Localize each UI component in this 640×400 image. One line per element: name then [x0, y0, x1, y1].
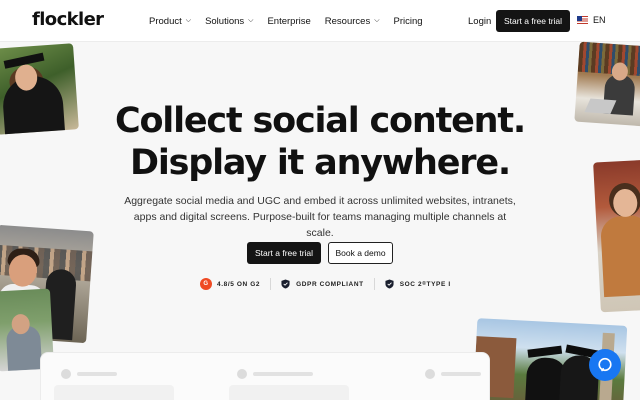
main-nav: Product ⌵ Solutions ⌵ Enterprise Resourc… [149, 16, 437, 27]
g2-rating-badge: G 4.8/5 ON G2 [200, 278, 260, 290]
nav-pricing[interactable]: Pricing [394, 16, 423, 27]
chevron-down-icon: ⌵ [248, 16, 254, 24]
preview-text-line [441, 372, 481, 376]
subtext-line-2: apps and digital screens. Purpose-built … [133, 211, 507, 239]
flockler-logo[interactable]: flockler [32, 9, 104, 30]
hero-subtext: Aggregate social media and UGC and embed… [120, 193, 520, 241]
book-demo-button[interactable]: Book a demo [328, 242, 393, 264]
chat-launcher-button[interactable] [589, 349, 621, 381]
subtext-line-1: Aggregate social media and UGC and embed… [124, 195, 516, 207]
soc2-badge: SOC 2 ® TYPE I [385, 279, 451, 289]
us-flag-icon [577, 16, 588, 24]
language-selector[interactable]: EN [577, 15, 606, 25]
badge-divider [373, 278, 375, 290]
hero-headline: Collect social content. Display it anywh… [0, 100, 640, 184]
chat-bubble-icon [598, 357, 612, 372]
nav-product[interactable]: Product ⌵ [149, 16, 191, 27]
preview-card [229, 385, 349, 400]
shield-icon [385, 279, 394, 289]
chevron-down-icon: ⌵ [374, 16, 380, 24]
preview-avatar [61, 369, 71, 379]
soc2-type-text: TYPE I [426, 280, 451, 288]
nav-resources-label: Resources [324, 16, 371, 27]
nav-resources[interactable]: Resources ⌵ [325, 16, 380, 27]
g2-rating-text: 4.8/5 ON G2 [217, 280, 261, 288]
nav-enterprise-label: Enterprise [267, 16, 311, 27]
nav-product-label: Product [149, 16, 182, 27]
hero-free-trial-button[interactable]: Start a free trial [247, 242, 321, 264]
gdpr-badge: GDPR COMPLIANT [281, 279, 364, 289]
header-free-trial-button[interactable]: Start a free trial [496, 10, 570, 32]
nav-solutions[interactable]: Solutions ⌵ [205, 16, 253, 27]
preview-avatar [237, 369, 247, 379]
preview-card [54, 385, 174, 400]
nav-enterprise[interactable]: Enterprise [267, 16, 310, 27]
nav-pricing-label: Pricing [393, 16, 423, 27]
login-link[interactable]: Login [468, 16, 491, 27]
preview-text-line [253, 372, 313, 376]
preview-text-line [77, 372, 117, 376]
preview-avatar [425, 369, 435, 379]
soc2-text: SOC 2 [399, 280, 423, 288]
gdpr-text: GDPR COMPLIANT [296, 280, 364, 288]
nav-solutions-label: Solutions [205, 16, 245, 27]
g2-logo-icon: G [200, 278, 212, 290]
trust-badges: G 4.8/5 ON G2 GDPR COMPLIANT SOC 2 ® TYPE… [200, 278, 451, 290]
dashboard-preview [40, 352, 490, 400]
badge-divider [270, 278, 272, 290]
headline-line-1: Collect social content. [114, 101, 526, 141]
site-header: flockler Product ⌵ Solutions ⌵ Enterpris… [0, 0, 640, 42]
language-label: EN [593, 15, 606, 25]
chevron-down-icon: ⌵ [185, 16, 192, 24]
headline-line-2: Display it anywhere. [129, 143, 511, 183]
shield-icon [281, 279, 290, 289]
